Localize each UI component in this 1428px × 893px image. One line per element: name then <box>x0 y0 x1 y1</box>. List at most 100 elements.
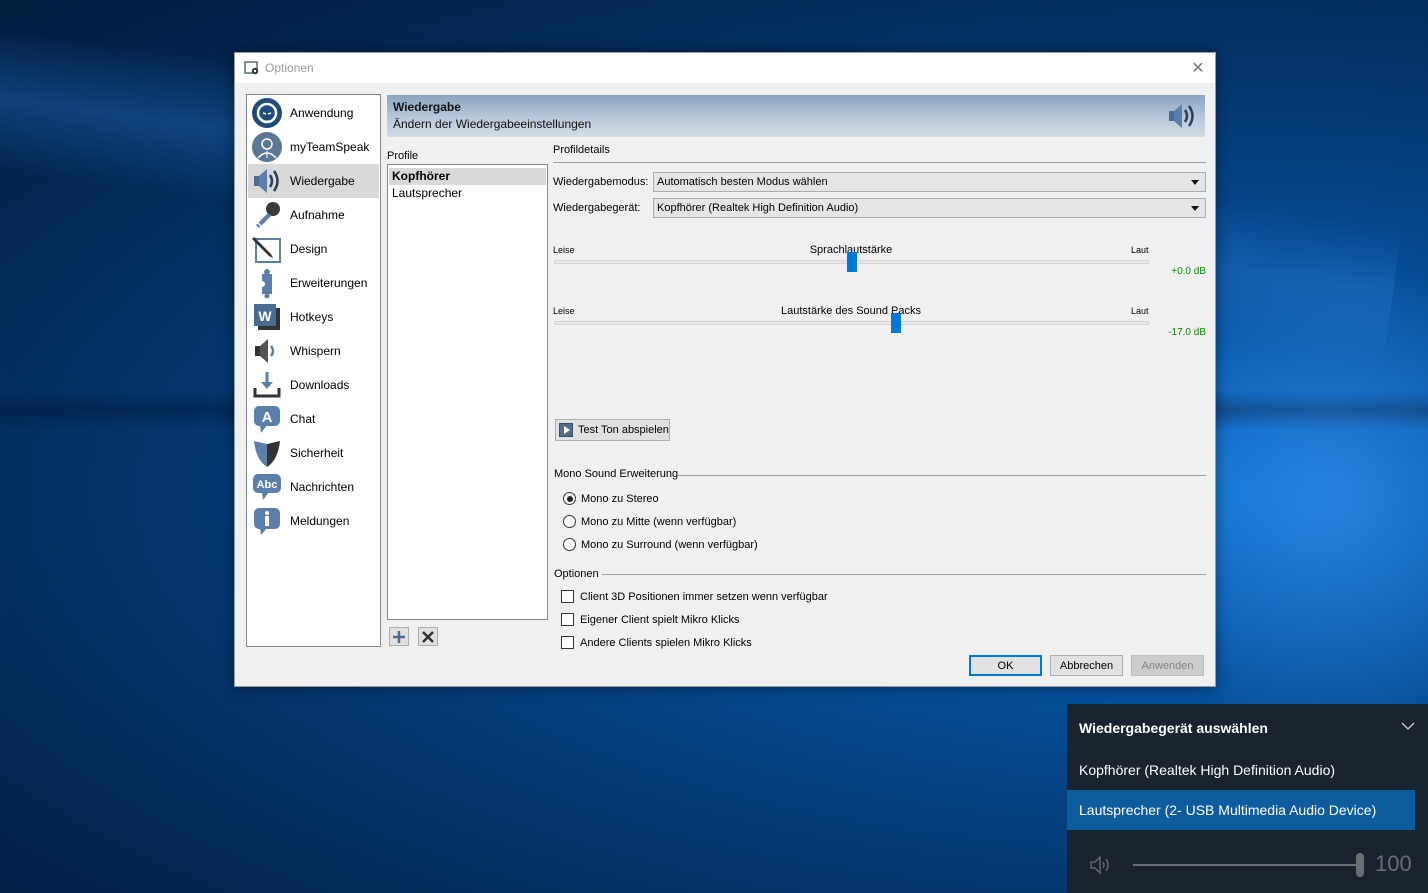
speaker-icon <box>251 165 283 197</box>
playback-mode-value: Automatisch besten Modus wählen <box>657 176 828 188</box>
slider-max-label: Laut <box>1131 245 1149 255</box>
sidebar-item-label: Design <box>290 242 328 256</box>
playback-device-label: Wiedergabegerät: <box>553 202 641 214</box>
info-bubble-icon <box>251 505 283 537</box>
category-sidebar: Anwendung myTeamSpeak Wiedergabe Aufnahm… <box>246 94 381 647</box>
section-subtitle: Ändern der Wiedergabeeinstellungen <box>393 117 592 131</box>
section-header-banner: Wiedergabe Ändern der Wiedergabeeinstell… <box>387 95 1205 137</box>
sidebar-item-label: Meldungen <box>290 514 350 528</box>
checkbox[interactable] <box>561 613 574 626</box>
voice-volume-thumb[interactable] <box>846 252 857 272</box>
dropdown-arrow-icon <box>1191 180 1199 185</box>
checkbox-label: Andere Clients spielen Mikro Klicks <box>580 636 752 649</box>
sidebar-item-label: Aufnahme <box>290 208 345 222</box>
sidebar-item-nachrichten[interactable]: Abc Nachrichten <box>248 470 379 504</box>
volume-slider-thumb[interactable] <box>1356 853 1364 877</box>
playback-mode-row: Wiedergabemodus: Automatisch besten Modu… <box>553 172 1206 192</box>
close-button[interactable]: ✕ <box>1181 53 1215 83</box>
sidebar-item-label: Chat <box>290 412 316 426</box>
soundpack-volume-db: -17.0 dB <box>1168 327 1206 338</box>
svg-text:A: A <box>262 409 273 426</box>
sidebar-item-label: Wiedergabe <box>290 174 355 188</box>
sidebar-item-label: Hotkeys <box>290 310 334 324</box>
flyout-device-headphones[interactable]: Kopfhörer (Realtek High Definition Audio… <box>1067 750 1415 790</box>
svg-text:W: W <box>258 308 272 324</box>
settings-window-icon <box>244 60 260 76</box>
sidebar-item-wiedergabe[interactable]: Wiedergabe <box>248 164 379 198</box>
sidebar-item-meldungen[interactable]: Meldungen <box>248 504 379 538</box>
keyboard-w-icon: W <box>251 301 283 333</box>
playback-mode-select[interactable]: Automatisch besten Modus wählen <box>653 172 1206 192</box>
profiles-list: Kopfhörer Lautsprecher <box>387 164 548 620</box>
remove-profile-button[interactable] <box>418 627 438 646</box>
add-profile-button[interactable] <box>389 627 409 646</box>
radio-button[interactable] <box>563 492 576 505</box>
radio-mono-stereo[interactable]: Mono zu Stereo <box>563 492 659 505</box>
ok-button[interactable]: OK <box>969 655 1042 676</box>
checkbox-label: Eigener Client spielt Mikro Klicks <box>580 613 740 626</box>
radio-button[interactable] <box>563 538 576 551</box>
test-sound-button[interactable]: Test Ton abspielen <box>555 419 670 441</box>
slider-max-label: Laut <box>1131 306 1149 316</box>
sidebar-item-downloads[interactable]: Downloads <box>248 368 379 402</box>
sidebar-item-erweiterungen[interactable]: Erweiterungen <box>248 266 379 300</box>
playback-device-value: Kopfhörer (Realtek High Definition Audio… <box>657 202 859 214</box>
cancel-button[interactable]: Abbrechen <box>1050 655 1123 676</box>
sidebar-item-anwendung[interactable]: Anwendung <box>248 96 379 130</box>
user-icon <box>251 131 283 163</box>
sidebar-item-whispern[interactable]: Whispern <box>248 334 379 368</box>
sidebar-item-aufnahme[interactable]: Aufnahme <box>248 198 379 232</box>
sidebar-item-hotkeys[interactable]: W Hotkeys <box>248 300 379 334</box>
radio-mono-surround[interactable]: Mono zu Surround (wenn verfügbar) <box>563 538 758 551</box>
options-dialog: Optionen ✕ Anwendung myTeamSpeak Wiederg… <box>234 52 1216 687</box>
soundpack-volume-track[interactable] <box>554 321 1149 325</box>
playback-device-flyout: Wiedergabegerät auswählen Kopfhörer (Rea… <box>1067 704 1428 893</box>
checkbox-own-mic-clicks[interactable]: Eigener Client spielt Mikro Klicks <box>561 613 740 626</box>
sidebar-item-label: Nachrichten <box>290 480 355 494</box>
options-group-heading: Optionen <box>554 568 599 580</box>
radio-mono-center[interactable]: Mono zu Mitte (wenn verfügbar) <box>563 515 736 528</box>
voice-volume-db: +0.0 dB <box>1171 266 1206 277</box>
checkbox[interactable] <box>561 590 574 603</box>
puzzle-icon <box>251 267 283 299</box>
section-title: Wiedergabe <box>393 100 461 114</box>
volume-icon[interactable] <box>1089 854 1115 876</box>
divider <box>553 162 1206 163</box>
apply-button[interactable]: Anwenden <box>1131 655 1204 676</box>
playback-device-select[interactable]: Kopfhörer (Realtek High Definition Audio… <box>653 198 1206 218</box>
headset-icon <box>251 97 283 129</box>
sidebar-item-sicherheit[interactable]: Sicherheit <box>248 436 379 470</box>
title-bar[interactable]: Optionen ✕ <box>235 53 1215 83</box>
soundpack-volume-title: Lautstärke des Sound Packs <box>780 305 922 317</box>
checkbox-3d-positions[interactable]: Client 3D Positionen immer setzen wenn v… <box>561 590 828 603</box>
radio-label: Mono zu Mitte (wenn verfügbar) <box>581 515 737 528</box>
sidebar-item-label: Whispern <box>290 344 341 358</box>
radio-button[interactable] <box>563 515 576 528</box>
volume-slider-track[interactable] <box>1133 864 1359 866</box>
soundpack-volume-slider-block: Leise Lautstärke des Sound Packs Laut -1… <box>553 305 1206 346</box>
profile-details-heading: Profildetails <box>553 144 610 156</box>
checkbox[interactable] <box>561 636 574 649</box>
flyout-device-speakers[interactable]: Lautsprecher (2- USB Multimedia Audio De… <box>1067 790 1415 830</box>
plus-icon <box>393 630 405 643</box>
sidebar-item-design[interactable]: Design <box>248 232 379 266</box>
playback-device-row: Wiedergabegerät: Kopfhörer (Realtek High… <box>553 198 1206 218</box>
chevron-down-icon[interactable] <box>1400 720 1416 732</box>
sidebar-item-label: Erweiterungen <box>290 276 368 290</box>
speaker-icon <box>1167 101 1197 131</box>
sidebar-item-chat[interactable]: A Chat <box>248 402 379 436</box>
dropdown-arrow-icon <box>1191 206 1199 211</box>
voice-volume-slider-block: Leise Sprachlautstärke Laut +0.0 dB <box>553 244 1206 285</box>
soundpack-volume-thumb[interactable] <box>891 313 902 333</box>
sidebar-item-label: Anwendung <box>290 106 354 120</box>
sidebar-item-myteamspeak[interactable]: myTeamSpeak <box>248 130 379 164</box>
profile-item-kopfhoerer[interactable]: Kopfhörer <box>389 168 546 185</box>
window-title: Optionen <box>265 61 314 75</box>
svg-text:Abc: Abc <box>257 479 278 491</box>
checkbox-other-mic-clicks[interactable]: Andere Clients spielen Mikro Klicks <box>561 636 752 649</box>
profile-item-lautsprecher[interactable]: Lautsprecher <box>389 185 546 202</box>
test-sound-label: Test Ton abspielen <box>578 424 669 436</box>
microphone-icon <box>251 199 283 231</box>
divider <box>602 574 1206 575</box>
sidebar-item-label: Downloads <box>290 378 350 392</box>
